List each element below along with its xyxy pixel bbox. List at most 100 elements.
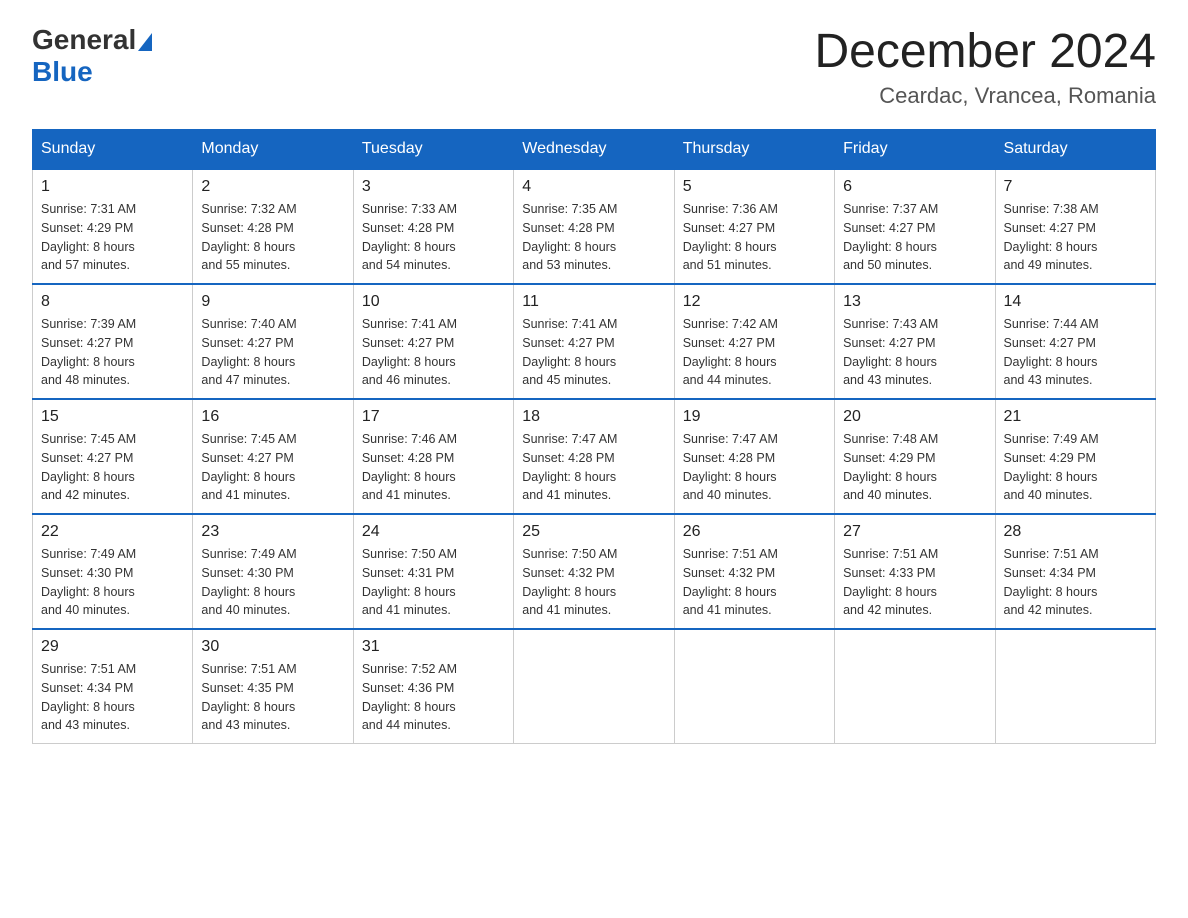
table-row	[514, 629, 674, 744]
day-number: 27	[843, 523, 986, 541]
day-info: Sunrise: 7:49 AM Sunset: 4:29 PM Dayligh…	[1004, 430, 1147, 505]
day-info: Sunrise: 7:47 AM Sunset: 4:28 PM Dayligh…	[522, 430, 665, 505]
day-number: 20	[843, 408, 986, 426]
day-info: Sunrise: 7:33 AM Sunset: 4:28 PM Dayligh…	[362, 200, 505, 275]
table-row: 9 Sunrise: 7:40 AM Sunset: 4:27 PM Dayli…	[193, 284, 353, 399]
calendar-week-row: 29 Sunrise: 7:51 AM Sunset: 4:34 PM Dayl…	[33, 629, 1156, 744]
table-row: 30 Sunrise: 7:51 AM Sunset: 4:35 PM Dayl…	[193, 629, 353, 744]
table-row: 14 Sunrise: 7:44 AM Sunset: 4:27 PM Dayl…	[995, 284, 1155, 399]
table-row	[995, 629, 1155, 744]
table-row: 31 Sunrise: 7:52 AM Sunset: 4:36 PM Dayl…	[353, 629, 513, 744]
day-number: 3	[362, 178, 505, 196]
table-row: 17 Sunrise: 7:46 AM Sunset: 4:28 PM Dayl…	[353, 399, 513, 514]
day-number: 2	[201, 178, 344, 196]
calendar-header-row: Sunday Monday Tuesday Wednesday Thursday…	[33, 130, 1156, 170]
table-row: 11 Sunrise: 7:41 AM Sunset: 4:27 PM Dayl…	[514, 284, 674, 399]
day-number: 14	[1004, 293, 1147, 311]
day-info: Sunrise: 7:41 AM Sunset: 4:27 PM Dayligh…	[362, 315, 505, 390]
day-number: 16	[201, 408, 344, 426]
logo-general-text: General	[32, 24, 136, 56]
day-number: 9	[201, 293, 344, 311]
day-number: 1	[41, 178, 184, 196]
day-info: Sunrise: 7:51 AM Sunset: 4:32 PM Dayligh…	[683, 545, 826, 620]
title-section: December 2024 Ceardac, Vrancea, Romania	[814, 24, 1156, 109]
day-info: Sunrise: 7:49 AM Sunset: 4:30 PM Dayligh…	[201, 545, 344, 620]
table-row: 20 Sunrise: 7:48 AM Sunset: 4:29 PM Dayl…	[835, 399, 995, 514]
day-info: Sunrise: 7:44 AM Sunset: 4:27 PM Dayligh…	[1004, 315, 1147, 390]
day-info: Sunrise: 7:52 AM Sunset: 4:36 PM Dayligh…	[362, 660, 505, 735]
table-row: 10 Sunrise: 7:41 AM Sunset: 4:27 PM Dayl…	[353, 284, 513, 399]
table-row: 7 Sunrise: 7:38 AM Sunset: 4:27 PM Dayli…	[995, 169, 1155, 284]
table-row: 25 Sunrise: 7:50 AM Sunset: 4:32 PM Dayl…	[514, 514, 674, 629]
day-number: 11	[522, 293, 665, 311]
table-row: 1 Sunrise: 7:31 AM Sunset: 4:29 PM Dayli…	[33, 169, 193, 284]
day-info: Sunrise: 7:36 AM Sunset: 4:27 PM Dayligh…	[683, 200, 826, 275]
day-number: 17	[362, 408, 505, 426]
day-number: 31	[362, 638, 505, 656]
day-info: Sunrise: 7:51 AM Sunset: 4:34 PM Dayligh…	[41, 660, 184, 735]
day-info: Sunrise: 7:49 AM Sunset: 4:30 PM Dayligh…	[41, 545, 184, 620]
day-number: 15	[41, 408, 184, 426]
day-number: 6	[843, 178, 986, 196]
table-row: 22 Sunrise: 7:49 AM Sunset: 4:30 PM Dayl…	[33, 514, 193, 629]
day-info: Sunrise: 7:46 AM Sunset: 4:28 PM Dayligh…	[362, 430, 505, 505]
location-text: Ceardac, Vrancea, Romania	[814, 83, 1156, 109]
day-info: Sunrise: 7:39 AM Sunset: 4:27 PM Dayligh…	[41, 315, 184, 390]
day-number: 23	[201, 523, 344, 541]
calendar-week-row: 22 Sunrise: 7:49 AM Sunset: 4:30 PM Dayl…	[33, 514, 1156, 629]
day-info: Sunrise: 7:51 AM Sunset: 4:35 PM Dayligh…	[201, 660, 344, 735]
table-row	[835, 629, 995, 744]
day-number: 19	[683, 408, 826, 426]
table-row: 28 Sunrise: 7:51 AM Sunset: 4:34 PM Dayl…	[995, 514, 1155, 629]
table-row: 24 Sunrise: 7:50 AM Sunset: 4:31 PM Dayl…	[353, 514, 513, 629]
table-row: 2 Sunrise: 7:32 AM Sunset: 4:28 PM Dayli…	[193, 169, 353, 284]
header-wednesday: Wednesday	[514, 130, 674, 170]
logo: General Blue	[32, 24, 152, 88]
day-info: Sunrise: 7:51 AM Sunset: 4:34 PM Dayligh…	[1004, 545, 1147, 620]
table-row: 6 Sunrise: 7:37 AM Sunset: 4:27 PM Dayli…	[835, 169, 995, 284]
day-info: Sunrise: 7:38 AM Sunset: 4:27 PM Dayligh…	[1004, 200, 1147, 275]
day-number: 5	[683, 178, 826, 196]
day-number: 4	[522, 178, 665, 196]
day-info: Sunrise: 7:51 AM Sunset: 4:33 PM Dayligh…	[843, 545, 986, 620]
day-info: Sunrise: 7:40 AM Sunset: 4:27 PM Dayligh…	[201, 315, 344, 390]
day-info: Sunrise: 7:45 AM Sunset: 4:27 PM Dayligh…	[41, 430, 184, 505]
day-info: Sunrise: 7:41 AM Sunset: 4:27 PM Dayligh…	[522, 315, 665, 390]
calendar-week-row: 15 Sunrise: 7:45 AM Sunset: 4:27 PM Dayl…	[33, 399, 1156, 514]
day-number: 12	[683, 293, 826, 311]
table-row: 8 Sunrise: 7:39 AM Sunset: 4:27 PM Dayli…	[33, 284, 193, 399]
table-row: 26 Sunrise: 7:51 AM Sunset: 4:32 PM Dayl…	[674, 514, 834, 629]
day-info: Sunrise: 7:35 AM Sunset: 4:28 PM Dayligh…	[522, 200, 665, 275]
day-number: 24	[362, 523, 505, 541]
day-info: Sunrise: 7:37 AM Sunset: 4:27 PM Dayligh…	[843, 200, 986, 275]
calendar-table: Sunday Monday Tuesday Wednesday Thursday…	[32, 129, 1156, 744]
day-number: 30	[201, 638, 344, 656]
day-info: Sunrise: 7:50 AM Sunset: 4:31 PM Dayligh…	[362, 545, 505, 620]
day-info: Sunrise: 7:31 AM Sunset: 4:29 PM Dayligh…	[41, 200, 184, 275]
month-title: December 2024	[814, 24, 1156, 79]
table-row	[674, 629, 834, 744]
logo-blue-text: Blue	[32, 56, 93, 87]
day-number: 10	[362, 293, 505, 311]
day-number: 8	[41, 293, 184, 311]
table-row: 4 Sunrise: 7:35 AM Sunset: 4:28 PM Dayli…	[514, 169, 674, 284]
table-row: 16 Sunrise: 7:45 AM Sunset: 4:27 PM Dayl…	[193, 399, 353, 514]
logo-blue-part	[136, 29, 152, 51]
day-number: 13	[843, 293, 986, 311]
day-number: 18	[522, 408, 665, 426]
header-thursday: Thursday	[674, 130, 834, 170]
day-number: 26	[683, 523, 826, 541]
table-row: 13 Sunrise: 7:43 AM Sunset: 4:27 PM Dayl…	[835, 284, 995, 399]
header-monday: Monday	[193, 130, 353, 170]
day-info: Sunrise: 7:45 AM Sunset: 4:27 PM Dayligh…	[201, 430, 344, 505]
header-friday: Friday	[835, 130, 995, 170]
table-row: 27 Sunrise: 7:51 AM Sunset: 4:33 PM Dayl…	[835, 514, 995, 629]
day-info: Sunrise: 7:42 AM Sunset: 4:27 PM Dayligh…	[683, 315, 826, 390]
calendar-week-row: 8 Sunrise: 7:39 AM Sunset: 4:27 PM Dayli…	[33, 284, 1156, 399]
table-row: 23 Sunrise: 7:49 AM Sunset: 4:30 PM Dayl…	[193, 514, 353, 629]
day-info: Sunrise: 7:50 AM Sunset: 4:32 PM Dayligh…	[522, 545, 665, 620]
table-row: 19 Sunrise: 7:47 AM Sunset: 4:28 PM Dayl…	[674, 399, 834, 514]
table-row: 12 Sunrise: 7:42 AM Sunset: 4:27 PM Dayl…	[674, 284, 834, 399]
table-row: 5 Sunrise: 7:36 AM Sunset: 4:27 PM Dayli…	[674, 169, 834, 284]
day-info: Sunrise: 7:32 AM Sunset: 4:28 PM Dayligh…	[201, 200, 344, 275]
